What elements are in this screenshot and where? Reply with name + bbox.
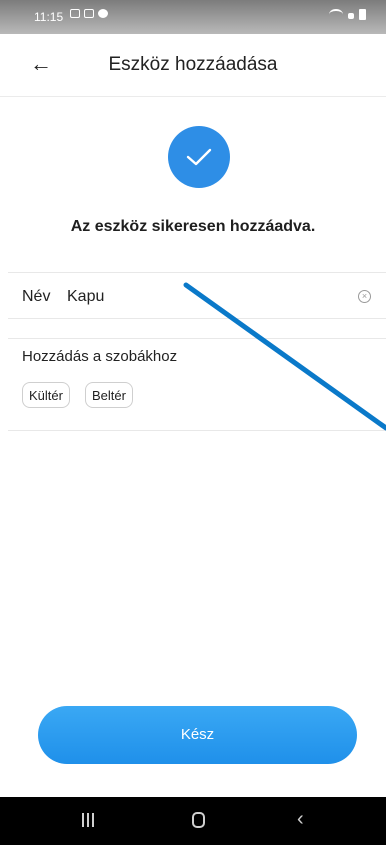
wifi-icon bbox=[329, 9, 343, 20]
recent-apps-icon[interactable] bbox=[82, 813, 94, 827]
mail-icon bbox=[84, 9, 94, 18]
app-header: ← Eszköz hozzáadása bbox=[0, 34, 386, 97]
nav-back-icon[interactable]: ‹ bbox=[297, 808, 304, 831]
room-chip-belter[interactable]: Beltér bbox=[85, 382, 133, 408]
divider bbox=[8, 430, 386, 431]
battery-icon bbox=[359, 9, 366, 20]
signal-icon bbox=[348, 13, 354, 19]
notification-dot-icon bbox=[98, 9, 108, 18]
status-time: 11:15 bbox=[34, 10, 64, 24]
notification-icons bbox=[70, 9, 108, 18]
name-label: Név bbox=[22, 288, 51, 305]
page-title: Eszköz hozzáadása bbox=[108, 54, 278, 75]
gallery-icon bbox=[70, 9, 80, 18]
divider bbox=[8, 338, 386, 339]
rooms-label: Hozzádás a szobákhoz bbox=[22, 348, 178, 365]
divider bbox=[8, 272, 386, 273]
android-nav-bar: ‹ bbox=[0, 797, 386, 845]
system-icons bbox=[329, 9, 366, 20]
status-bar: 11:15 bbox=[0, 0, 386, 34]
success-check-icon bbox=[168, 126, 230, 188]
home-icon[interactable] bbox=[192, 812, 205, 828]
divider bbox=[8, 318, 386, 319]
name-input[interactable] bbox=[67, 286, 347, 308]
clear-input-icon[interactable]: × bbox=[358, 290, 371, 303]
room-chip-kulter[interactable]: Kültér bbox=[22, 382, 70, 408]
success-message: Az eszköz sikeresen hozzáadva. bbox=[70, 218, 316, 235]
done-button[interactable]: Kész bbox=[38, 706, 357, 764]
